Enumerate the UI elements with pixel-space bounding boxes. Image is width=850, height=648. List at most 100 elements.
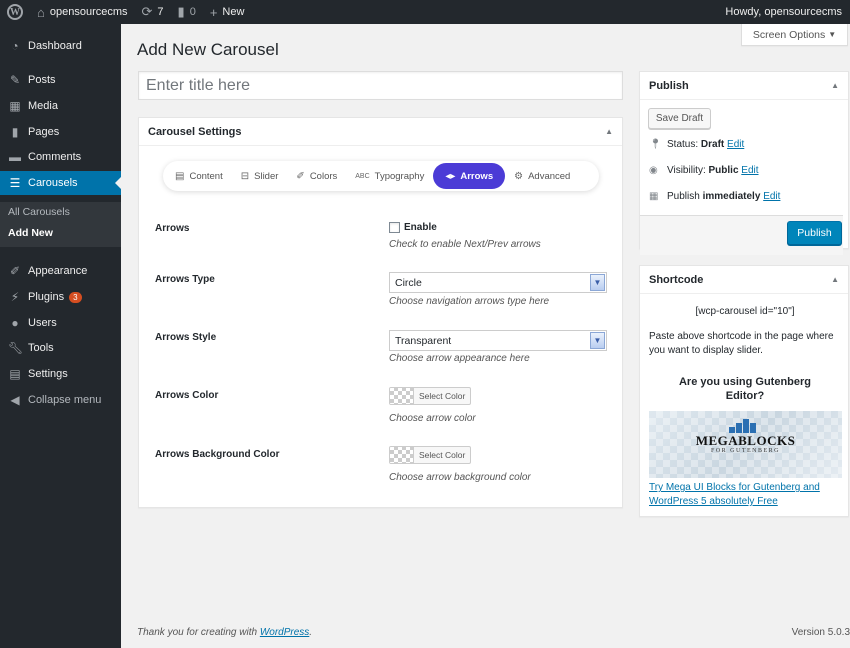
wp-logo-button[interactable]: W [0, 0, 30, 24]
save-draft-button[interactable]: Save Draft [648, 108, 711, 129]
admin-sidebar: ◔ Dashboard ✎ Posts ▦ Media ▮ Pages ▬ Comment… [0, 24, 121, 648]
pin-icon: ✎ [9, 73, 21, 87]
tab-slider[interactable]: ⊟ Slider [232, 163, 288, 189]
triangle-up-icon[interactable]: ▲ [831, 81, 839, 90]
sidebar-item-label: Plugins [28, 291, 65, 303]
arrows-color-label: Arrows Color [155, 390, 219, 401]
triangle-up-icon[interactable]: ▲ [831, 275, 839, 284]
settings-icon: ▤ [9, 367, 21, 381]
comments-link[interactable]: ▮ 0 [171, 0, 203, 24]
sidebar-item-media[interactable]: ▦ Media [0, 94, 121, 118]
updates-link[interactable]: ⟳ 7 [135, 0, 171, 24]
shortcode-code[interactable]: [wcp-carousel id="10"] [640, 306, 850, 317]
megablocks-link[interactable]: Try Mega UI Blocks for Gutenberg and Wor… [649, 481, 844, 509]
plug-icon: ⚡ [10, 290, 20, 304]
arrows-bg-color-button[interactable]: Select Color [389, 446, 472, 464]
new-content-link[interactable]: + New [203, 0, 252, 24]
shortcode-header[interactable]: Shortcode ▲ [640, 266, 848, 294]
admin-bar: W ⌂ opensourcecms ⟳ 7 ▮ 0 + New Howdy, opens… [0, 0, 850, 24]
calendar-icon: ▦ [649, 191, 659, 202]
banner-title: MEGABLOCKS [695, 433, 796, 448]
dashboard-icon: ◔ [11, 39, 19, 53]
pages-icon: ▮ [11, 125, 19, 139]
home-icon: ⌂ [37, 4, 45, 20]
tab-label: Advanced [528, 170, 571, 182]
sidebar-item-label: Dashboard [28, 40, 82, 52]
shortcode-box: Shortcode ▲ [wcp-carousel id="10"] Paste… [639, 265, 849, 517]
pin-icon: 📍︎ [649, 139, 662, 150]
updates-count: 7 [157, 6, 164, 18]
howdy-label: Howdy, opensourcecms [725, 6, 842, 18]
enable-arrows-checkbox[interactable]: Enable [389, 222, 437, 233]
chevron-down-icon: ▼ [590, 332, 605, 349]
arrows-style-desc: Choose arrow appearance here [389, 353, 530, 364]
status-label: Status: [667, 139, 699, 150]
wrench-icon: 🔧︎ [8, 341, 24, 355]
tab-label: Colors [309, 170, 338, 182]
sidebar-item-comments[interactable]: ▬ Comments [0, 145, 121, 169]
tab-arrows[interactable]: ◂▸ Arrows [433, 163, 506, 189]
plus-icon: + [209, 4, 218, 20]
eye-icon: ◉ [649, 165, 658, 176]
arrows-bg-color-label: Arrows Background Color [155, 449, 280, 460]
my-account-link[interactable]: Howdy, opensourcecms [718, 0, 850, 24]
arrows-bg-color-desc: Choose arrow background color [389, 472, 531, 483]
sidebar-item-label: Users [28, 317, 57, 329]
sidebar-item-tools[interactable]: 🔧︎ Tools [0, 336, 121, 360]
publish-button[interactable]: Publish [787, 221, 842, 245]
submenu-add-new[interactable]: Add New [8, 227, 53, 239]
sidebar-item-label: Tools [28, 342, 54, 354]
chevron-down-icon: ▼ [590, 274, 605, 291]
screen-options-button[interactable]: Screen Options ▼ [741, 24, 848, 46]
arrows-color-desc: Choose arrow color [389, 413, 476, 424]
site-name-link[interactable]: ⌂ opensourcecms [30, 0, 135, 24]
arrows-color-button[interactable]: Select Color [389, 387, 472, 405]
tab-advanced[interactable]: ⚙ Advanced [505, 163, 579, 189]
wordpress-link[interactable]: WordPress [260, 627, 309, 638]
sidebar-collapse-menu[interactable]: ◀ Collapse menu [0, 388, 121, 412]
visibility-label: Visibility: [667, 165, 706, 176]
tab-colors[interactable]: ✐ Colors [287, 163, 346, 189]
arrows-style-label: Arrows Style [155, 332, 217, 343]
publish-title: Publish [649, 79, 689, 92]
submenu-all-carousels[interactable]: All Carousels [8, 206, 70, 218]
sidebar-item-plugins[interactable]: ⚡ Plugins 3 [0, 285, 121, 309]
arrows-style-select[interactable]: Transparent ▼ [389, 330, 607, 351]
settings-tabs: ▤ Content ⊟ Slider ✐ Colors ABC Typography ◂… [163, 161, 599, 191]
publish-value: immediately [702, 191, 761, 202]
wordpress-icon: W [7, 4, 23, 20]
sidebar-item-carousels[interactable]: ☰ Carousels [0, 171, 121, 195]
sidebar-item-label: Media [28, 100, 58, 112]
sidebar-item-label: Collapse menu [28, 394, 102, 406]
sidebar-item-appearance[interactable]: ✐ Appearance [0, 259, 121, 283]
footer-thanks: Thank you for creating with WordPress. [137, 627, 312, 638]
sidebar-item-users[interactable]: ● Users [0, 311, 121, 335]
edit-schedule-link[interactable]: Edit [763, 191, 780, 202]
triangle-up-icon[interactable]: ▲ [605, 127, 613, 136]
brush-icon: ✐ [9, 264, 21, 278]
checkbox[interactable] [389, 222, 400, 233]
sidebar-item-posts[interactable]: ✎ Posts [0, 68, 121, 92]
arrows-type-select[interactable]: Circle ▼ [389, 272, 607, 293]
shortcode-title: Shortcode [649, 273, 704, 286]
gutenberg-question: Are you using Gutenberg Editor? [678, 376, 811, 402]
sidebar-item-settings[interactable]: ▤ Settings [0, 362, 121, 386]
status-value: Draft [700, 139, 725, 150]
edit-visibility-link[interactable]: Edit [741, 165, 758, 176]
title-input[interactable] [138, 71, 623, 100]
visibility-value: Public [708, 165, 739, 176]
carousel-settings-title: Carousel Settings [148, 125, 242, 138]
select-color-label: Select Color [419, 450, 466, 460]
tab-content[interactable]: ▤ Content [166, 163, 232, 189]
edit-status-link[interactable]: Edit [727, 139, 744, 150]
banner-subtitle: FOR GUTENBERG [710, 448, 780, 454]
select-color-label: Select Color [419, 391, 466, 401]
publish-header[interactable]: Publish ▲ [640, 72, 848, 100]
site-name-label: opensourcecms [49, 6, 128, 18]
collapse-icon: ◀ [10, 393, 20, 407]
megablocks-banner[interactable]: MEGABLOCKS FOR GUTENBERG [649, 411, 842, 478]
sidebar-item-dashboard[interactable]: ◔ Dashboard [0, 34, 121, 58]
carousel-settings-header[interactable]: Carousel Settings ▲ [139, 118, 622, 146]
sidebar-item-pages[interactable]: ▮ Pages [0, 120, 121, 144]
tab-typography[interactable]: ABC Typography [346, 163, 433, 189]
